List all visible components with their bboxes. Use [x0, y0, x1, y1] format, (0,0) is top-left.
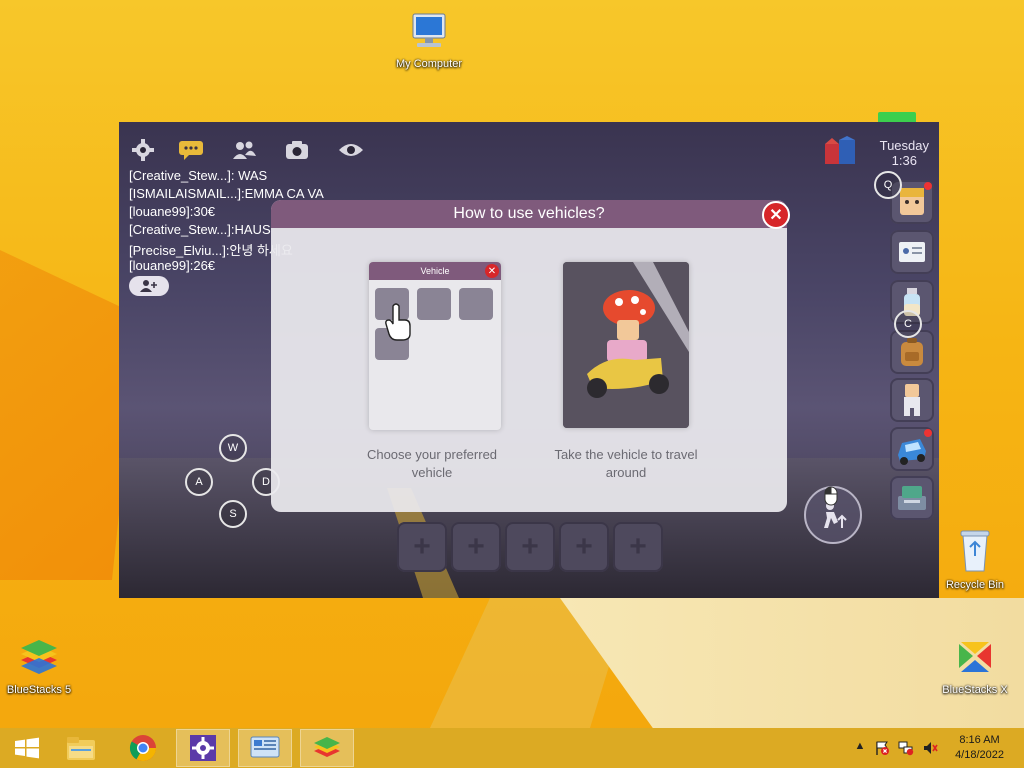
emulator-window[interactable]: [Creative_Stew...]: WAS [ISMAILAISMAIL..…: [119, 122, 939, 598]
vehicle-option: [417, 288, 451, 320]
taskbar-settings[interactable]: [176, 729, 230, 767]
taskbar-bluestacks[interactable]: [300, 729, 354, 767]
taskbar-file-explorer[interactable]: [54, 729, 108, 767]
control-panel-icon: [250, 736, 280, 758]
taskbar-control-panel[interactable]: [238, 729, 292, 767]
inventory-slot[interactable]: +: [505, 522, 555, 572]
folder-icon: [67, 737, 95, 760]
start-button[interactable]: [0, 729, 54, 767]
character-action-button[interactable]: [890, 378, 934, 422]
gear-icon: [190, 735, 216, 761]
game-clock: 1:36: [891, 153, 917, 168]
plus-icon: +: [575, 530, 593, 563]
chat-icon[interactable]: [177, 136, 205, 164]
game-time: Tuesday 1:36: [880, 138, 929, 168]
chrome-icon: [129, 735, 157, 762]
key-w-hint: W: [219, 434, 247, 462]
desktop-icon-label: My Computer: [395, 58, 463, 70]
desktop-icon-bluestacks-x[interactable]: BlueStacks X: [930, 634, 1020, 696]
plus-icon: +: [629, 530, 647, 563]
add-friend-icon: [140, 280, 157, 292]
close-icon: ✕: [769, 207, 783, 224]
taskbar: ▲ 8:16 AM 4/18/2022: [0, 728, 1024, 768]
pointing-hand-icon: [383, 302, 413, 347]
inventory-slot[interactable]: +: [559, 522, 609, 572]
shop-button[interactable]: [890, 476, 934, 520]
bluestacks-x-icon: [951, 634, 999, 680]
vehicle-select-illustration: Vehicle ✕: [369, 262, 501, 430]
step-caption-choose: Choose your preferred vehicle: [366, 447, 498, 480]
vehicle-option: [459, 288, 493, 320]
bluestacks-icon: [15, 634, 63, 680]
ride-vehicle-illustration: [563, 262, 689, 428]
camera-icon[interactable]: [283, 136, 311, 164]
inventory-slot[interactable]: +: [613, 522, 663, 572]
friends-icon[interactable]: [230, 136, 258, 164]
desktop-icon-label: BlueStacks X: [942, 684, 1008, 696]
desktop-icon-my-computer[interactable]: My Computer: [384, 10, 474, 70]
key-q-hint: Q: [874, 171, 902, 199]
plus-icon: +: [521, 530, 539, 563]
taskbar-chrome[interactable]: [116, 729, 170, 767]
desktop-icon-label: BlueStacks 5: [6, 684, 72, 696]
step-caption-ride: Take the vehicle to travel around: [554, 447, 698, 480]
inventory-slot[interactable]: +: [397, 522, 447, 572]
dialog-title: How to use vehicles?: [271, 200, 787, 228]
chat-input-bar[interactable]: [129, 276, 169, 296]
vehicle-button[interactable]: [890, 427, 934, 471]
desktop-icon-bluestacks-5[interactable]: BlueStacks 5: [0, 634, 84, 696]
windows-logo-icon: [15, 737, 39, 759]
clock-time: 8:16 AM: [959, 734, 1000, 746]
bluestacks-icon: [314, 737, 340, 757]
chat-message: [Creative_Stew...]:HAUS: [129, 222, 271, 237]
id-card-icon: [899, 242, 925, 262]
system-clock[interactable]: 8:16 AM 4/18/2022: [955, 733, 1004, 763]
chat-message: [ISMAILAISMAIL...]:EMMA CA VA: [129, 186, 324, 201]
cash-register-icon: [898, 486, 926, 510]
chat-message: [louane99]:26€: [129, 258, 216, 273]
chat-message: [Precise_Elviu...]:안녕 하세요: [129, 243, 293, 258]
vehicle-tutorial-dialog: How to use vehicles? Vehicle ✕ Choose yo…: [271, 200, 787, 512]
notification-dot: [924, 182, 932, 190]
network-icon[interactable]: [898, 740, 914, 756]
desktop-icon-recycle-bin[interactable]: Recycle Bin: [930, 527, 1020, 591]
wallpaper-shape: [430, 598, 630, 728]
eye-icon[interactable]: [337, 136, 365, 164]
show-hidden-icons-icon[interactable]: ▲: [852, 740, 868, 756]
desktop-icon-label: Recycle Bin: [945, 579, 1005, 591]
dialog-close-button[interactable]: ✕: [762, 201, 790, 229]
clock-date: 4/18/2022: [955, 749, 1004, 761]
character-icon: [904, 384, 920, 416]
id-card-button[interactable]: [890, 230, 934, 274]
key-s-hint: S: [219, 500, 247, 528]
computer-icon: [407, 10, 451, 54]
key-a-hint: A: [185, 468, 213, 496]
inventory-slot[interactable]: +: [451, 522, 501, 572]
chat-message: [louane99]:30€: [129, 204, 216, 219]
key-c-hint: C: [894, 310, 922, 338]
close-icon: ✕: [485, 264, 499, 278]
notification-dot: [924, 429, 932, 437]
vehicle-panel-header: Vehicle: [369, 262, 501, 280]
action-center-flag-icon[interactable]: [874, 740, 890, 756]
volume-muted-icon[interactable]: [922, 740, 938, 756]
chat-message: [Creative_Stew...]: WAS: [129, 168, 268, 183]
plus-icon: +: [413, 530, 431, 563]
plus-icon: +: [467, 530, 485, 563]
building-icon[interactable]: [823, 136, 859, 164]
settings-icon[interactable]: [129, 136, 157, 164]
mouse-icon: [823, 486, 839, 506]
game-day: Tuesday: [879, 138, 929, 153]
recycle-bin-icon: [955, 527, 995, 575]
